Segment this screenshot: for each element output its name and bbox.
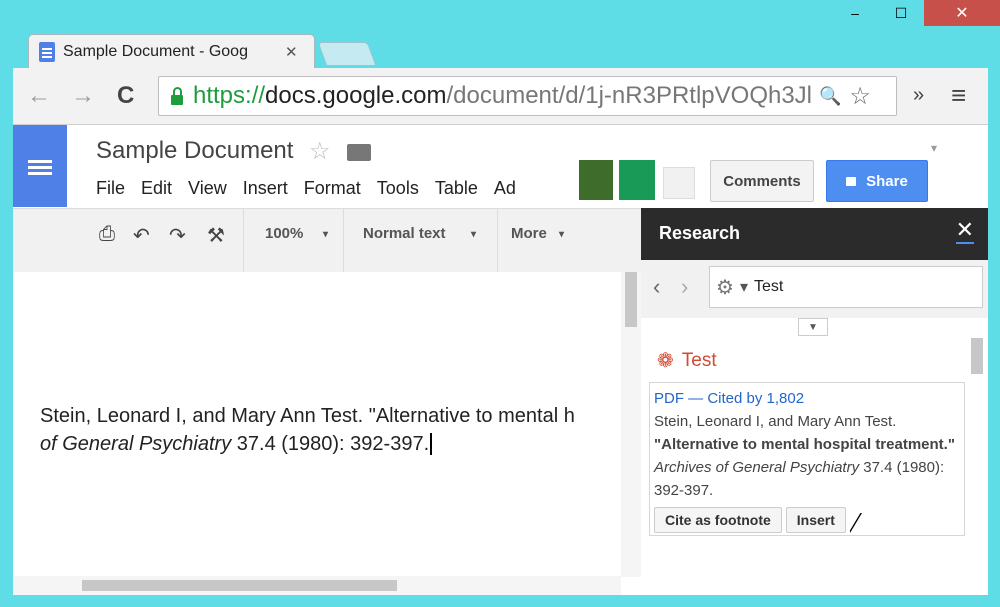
menu-format[interactable]: Format [304,178,361,199]
research-search-input[interactable]: ⚙ ▾ Test [709,266,983,308]
citation-line-2: of General Psychiatry 37.4 (1980): 392-3… [40,430,660,458]
bookmark-star-icon[interactable]: ☆ [849,82,871,111]
cite-footnote-button[interactable]: Cite as footnote [654,507,782,533]
research-title: Research [659,223,741,243]
browser-toolbar: ← → C https://docs.google.com/document/d… [13,68,988,125]
scholar-icon[interactable]: ⚙ [716,275,734,300]
chrome-menu-icon[interactable]: ≡ [951,80,966,111]
citation-line-1: Stein, Leonard I, and Mary Ann Test. "Al… [40,405,575,427]
url-text: https://docs.google.com/document/d/1j-nR… [193,82,813,109]
address-bar[interactable]: https://docs.google.com/document/d/1j-nR… [158,76,897,116]
addon-bird-icon[interactable] [619,160,655,200]
toolbar-divider [343,209,344,272]
result-actions: Cite as footnote Insert [654,507,850,533]
extensions-overflow-icon[interactable]: » [913,84,924,107]
style-select[interactable]: Normal text [363,225,446,242]
menu-file[interactable]: File [96,178,125,199]
result-title: "Alternative to mental hospital treatmen… [654,436,955,499]
share-label: Share [866,172,908,190]
docs-menu-bar: File Edit View Insert Format Tools Table… [96,178,532,199]
chevron-down-icon: ▾ [323,229,329,240]
document-text[interactable]: Stein, Leonard I, and Mary Ann Test. "Al… [40,402,660,458]
docs-favicon-icon [39,42,55,62]
scholar-icon: ❁ [657,350,674,372]
format-toolbar: ⎙ ↶ ↷ ⚒ 100% ▾ Normal text ▾ More ▾ [13,208,641,273]
chevron-down-icon: ▾ [559,229,565,240]
vertical-scrollbar[interactable] [621,272,641,577]
lock-icon [846,176,857,186]
toolbar-divider [243,209,244,272]
zoom-select[interactable]: 100% [265,225,303,242]
menu-table[interactable]: Table [435,178,478,199]
window-controls: – ☐ ✕ [832,0,1000,28]
toolbar-divider [497,209,498,272]
chevron-right-icon[interactable]: › [681,274,688,300]
document-canvas[interactable]: Stein, Leonard I, and Mary Ann Test. "Al… [13,272,641,595]
chevron-down-icon: ▾ [471,229,477,240]
comments-button[interactable]: Comments [710,160,814,202]
back-icon[interactable]: ← [27,82,51,110]
menu-insert[interactable]: Insert [243,178,288,199]
docs-home-icon[interactable] [13,125,67,207]
close-window-button[interactable]: ✕ [924,0,1000,26]
tab-title: Sample Document - Goog [63,43,248,60]
research-scroll-thumb[interactable] [971,338,983,374]
paint-format-icon[interactable]: ⚒ [207,223,225,248]
insert-button[interactable]: Insert [785,507,846,533]
share-button[interactable]: Share [826,160,928,202]
result-heading[interactable]: ❁ Test [657,348,717,373]
new-tab-button[interactable] [317,42,377,66]
result-links[interactable]: PDF — Cited by 1,802 [654,387,960,410]
research-results: ▼ ❁ Test PDF — Cited by 1,802 Stein, Leon… [641,318,988,595]
document-title[interactable]: Sample Document [96,137,293,165]
docs-page: Sample Document ☆ ▾ File Edit View Inser… [13,125,988,595]
mouse-cursor-icon [849,512,861,532]
undo-icon[interactable]: ↶ [133,223,150,248]
menu-tools[interactable]: Tools [377,178,419,199]
more-button[interactable]: More [511,225,547,242]
redo-icon[interactable]: ↷ [169,223,186,248]
star-icon[interactable]: ☆ [309,137,331,166]
collapse-caret-icon[interactable]: ▾ [931,141,937,155]
lock-icon [171,87,183,105]
print-icon[interactable]: ⎙ [99,223,115,246]
menu-addons[interactable]: Ad [494,178,516,199]
results-dropdown-icon[interactable]: ▼ [798,318,828,336]
research-header: Research ✕ [641,208,988,260]
search-query: Test [753,278,784,295]
research-panel: Research ✕ ‹ › ⚙ ▾ Test ▼ ❁ Test PDF — Ci… [641,208,988,595]
tab-close-icon[interactable]: ✕ [285,43,298,61]
comment-icon[interactable] [663,167,695,199]
folder-icon[interactable] [347,144,371,161]
scroll-thumb[interactable] [625,272,637,327]
browser-tab[interactable]: Sample Document - Goog ✕ [28,34,315,69]
menu-edit[interactable]: Edit [141,178,172,199]
result-card: PDF — Cited by 1,802 Stein, Leonard I, a… [649,382,965,536]
addon-goat-icon[interactable] [579,160,613,200]
minimize-button[interactable]: – [832,0,878,26]
menu-view[interactable]: View [188,178,227,199]
chevron-left-icon[interactable]: ‹ [653,274,660,300]
zoom-icon[interactable]: 🔍 [819,86,841,107]
result-authors: Stein, Leonard I, and Mary Ann Test. [654,413,897,430]
forward-icon[interactable]: → [71,82,95,110]
close-icon[interactable]: ✕ [955,218,974,244]
scroll-thumb[interactable] [82,580,397,591]
maximize-button[interactable]: ☐ [878,0,924,26]
horizontal-scrollbar[interactable] [13,576,621,595]
reload-icon[interactable]: C [117,82,134,110]
